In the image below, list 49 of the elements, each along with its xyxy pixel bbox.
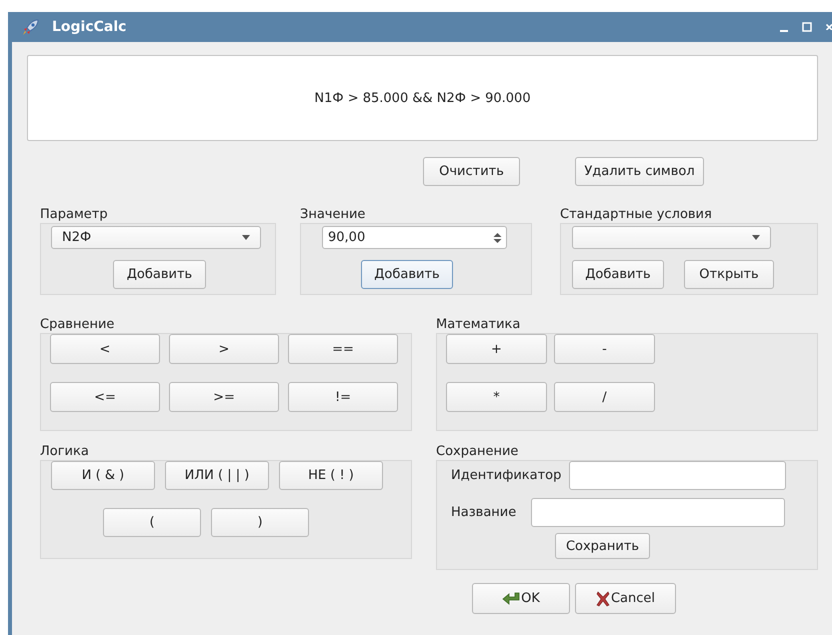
- button[interactable]: ИЛИ ( | | ): [165, 461, 269, 490]
- field-label: Название: [451, 505, 516, 520]
- window-title: LogicCalc: [52, 19, 126, 35]
- button[interactable]: Удалить символ: [575, 157, 704, 186]
- button[interactable]: Добавить: [572, 260, 664, 289]
- button[interactable]: >: [169, 334, 279, 364]
- dropdown[interactable]: [572, 226, 771, 249]
- button[interactable]: Открыть: [684, 260, 774, 289]
- number-field[interactable]: 90,00: [322, 226, 507, 249]
- maximize-icon: [802, 22, 812, 32]
- caret-icon: [752, 235, 760, 240]
- group-label: Сравнение: [40, 316, 116, 333]
- button[interactable]: Добавить: [113, 260, 206, 289]
- group-label: Сохранение: [436, 443, 520, 460]
- button[interactable]: И ( & ): [51, 461, 155, 490]
- button[interactable]: !=: [288, 382, 398, 412]
- dropdown[interactable]: N2Ф: [51, 226, 261, 249]
- button[interactable]: НЕ ( ! ): [279, 461, 383, 490]
- field-label: Идентификатор: [451, 468, 562, 483]
- button[interactable]: Очистить: [423, 157, 520, 186]
- button[interactable]: Сохранить: [555, 533, 650, 559]
- spinner-arrows-icon: [493, 232, 502, 244]
- button[interactable]: >=: [169, 382, 279, 412]
- group-label: Логика: [40, 443, 90, 460]
- button[interactable]: <=: [50, 382, 160, 412]
- button[interactable]: /: [554, 382, 655, 412]
- button[interactable]: *: [446, 382, 547, 412]
- button[interactable]: ): [211, 508, 309, 537]
- button[interactable]: -: [554, 334, 655, 364]
- close-icon: [826, 24, 832, 30]
- button[interactable]: OK: [472, 583, 570, 614]
- x-mark-icon: [596, 590, 610, 606]
- group-label: Стандартные условия: [560, 206, 713, 223]
- group-label: Значение: [300, 206, 366, 223]
- input-field[interactable]: [569, 461, 786, 490]
- rocket-icon: [22, 18, 40, 36]
- group-label: Параметр: [40, 206, 109, 223]
- button[interactable]: <: [50, 334, 160, 364]
- arrow-icon: [502, 590, 520, 606]
- button[interactable]: Cancel: [575, 583, 676, 614]
- button[interactable]: ==: [288, 334, 398, 364]
- group-label: Математика: [436, 316, 522, 333]
- minimize-icon: [780, 30, 788, 32]
- expression-display: N1Ф > 85.000 && N2Ф > 90.000: [27, 55, 818, 141]
- button[interactable]: (: [103, 508, 201, 537]
- caret-icon: [242, 235, 250, 240]
- button[interactable]: Добавить: [361, 260, 453, 289]
- input-field[interactable]: [531, 498, 786, 527]
- button[interactable]: +: [446, 334, 547, 364]
